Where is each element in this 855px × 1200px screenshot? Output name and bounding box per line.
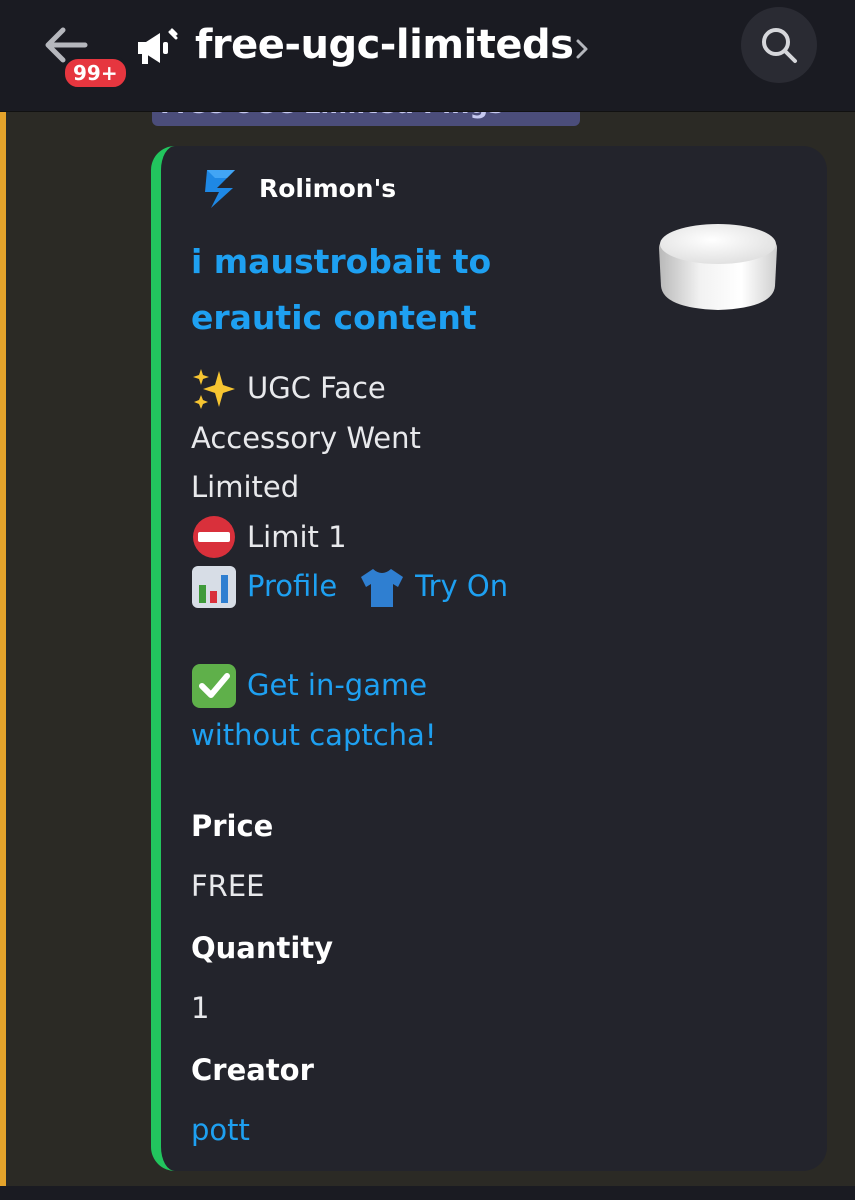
description-line-2: Accessory Went (191, 420, 421, 455)
field-name-price: Price (191, 809, 274, 843)
megaphone-icon (138, 28, 178, 64)
sparkles-icon (191, 367, 237, 411)
channel-name[interactable]: free-ugc-limiteds (195, 22, 574, 68)
creator-link[interactable]: pott (191, 1110, 691, 1150)
role-mention-pill[interactable]: Free UGC Limited Pings (152, 112, 580, 126)
unread-badge: 99+ (62, 56, 129, 90)
field-value-quantity: 1 (191, 991, 210, 1025)
field-value-price: FREE (191, 869, 265, 903)
field-name-creator: Creator (191, 1053, 314, 1087)
description-line-3: Limited (191, 470, 300, 504)
try-on-link[interactable]: Try On (415, 562, 508, 612)
no-entry-icon (191, 515, 237, 559)
embed-card: Rolimon's i maustrobait to erautic conte… (151, 146, 827, 1171)
profile-link[interactable]: Profile (247, 562, 337, 612)
bottom-bar (0, 1186, 855, 1200)
check-mark-icon (191, 663, 237, 708)
field-name-quantity: Quantity (191, 931, 334, 965)
channel-header: 99+ free-ugc-limiteds (0, 0, 855, 112)
description-line-1: UGC Face (247, 371, 386, 405)
role-mention-text: Free UGC Limited Pings (160, 112, 504, 120)
ingame-link-line-1[interactable]: Get in-game (247, 661, 427, 711)
embed-thumbnail[interactable] (653, 208, 783, 318)
message-area[interactable]: Free UGC Limited Pings Rolimon's i maust… (0, 112, 855, 1186)
chevron-right-icon[interactable] (574, 38, 590, 60)
limit-text: Limit 1 (247, 519, 347, 554)
embed-fields: Price FREE Quantity 1 Creator pott (191, 806, 691, 1171)
embed-author[interactable]: Rolimon's (201, 166, 396, 210)
ingame-link-line-2[interactable]: without captcha! (191, 711, 436, 761)
t-shirt-icon (359, 565, 405, 609)
embed-description: UGC Face Accessory Went Limited Limit 1 (191, 364, 611, 760)
search-icon (762, 28, 797, 63)
embed-title-link[interactable]: i maustrobait to erautic content (191, 234, 631, 346)
mention-highlight-bar (0, 112, 6, 1186)
rolimons-logo-icon (205, 170, 235, 208)
bar-chart-icon (191, 565, 237, 609)
embed-author-name: Rolimon's (259, 173, 397, 203)
search-button[interactable] (741, 7, 817, 83)
